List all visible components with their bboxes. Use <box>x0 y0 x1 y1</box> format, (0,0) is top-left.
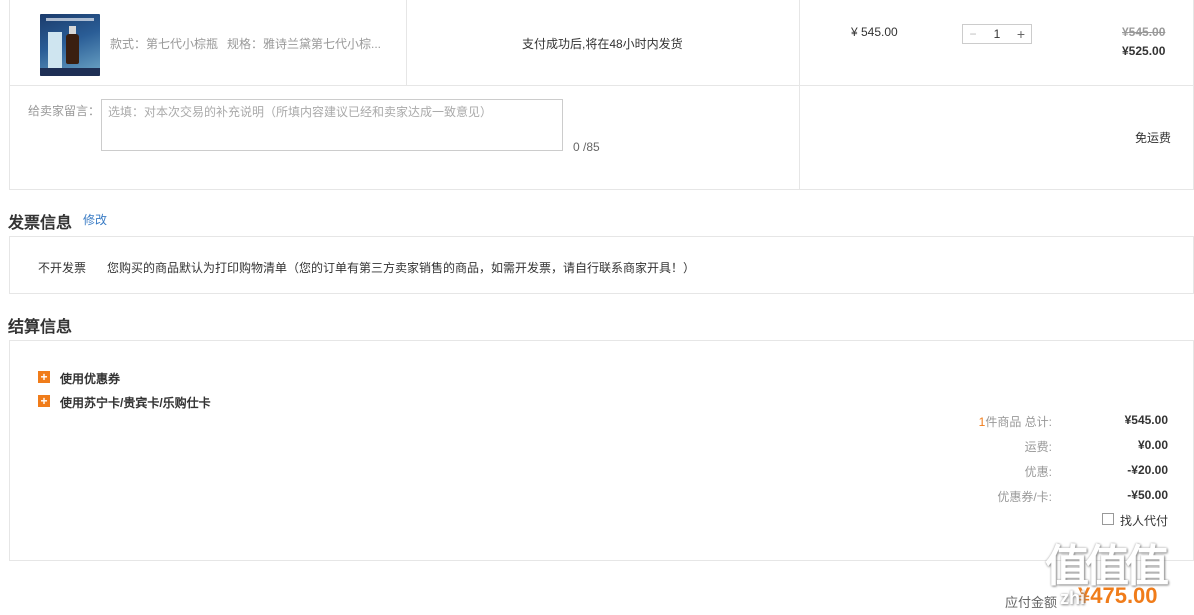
payable-label: 应付金额 <box>1005 595 1058 610</box>
watermark-text: zhi <box>1060 588 1085 608</box>
watermark-logo: 值值值 <box>1045 542 1169 591</box>
discount-value: -¥20.00 <box>1127 463 1168 477</box>
invoice-type: 不开发票 <box>38 261 87 275</box>
expand-icon[interactable]: + <box>38 395 50 407</box>
proxy-pay-checkbox[interactable] <box>1102 513 1114 525</box>
product-thumbnail[interactable] <box>40 14 100 76</box>
decrease-button[interactable]: − <box>963 27 983 41</box>
final-price: ¥525.00 <box>1122 44 1166 58</box>
expand-icon[interactable]: + <box>38 371 50 383</box>
cards-toggle[interactable]: 使用苏宁卡/贵宾卡/乐购仕卡 <box>60 394 211 411</box>
shipping-fee: 免运费 <box>1135 131 1172 145</box>
invoice-edit-link[interactable]: 修改 <box>83 211 107 228</box>
invoice-title: 发票信息 <box>8 215 73 232</box>
shipping-note: 支付成功后,将在48小时内发货 <box>522 37 683 51</box>
message-input[interactable]: 选填：对本次交易的补充说明（所填内容建议已经和卖家达成一致意见） <box>101 99 563 151</box>
message-label: 给卖家留言： <box>28 104 101 118</box>
quantity-value[interactable]: 1 <box>983 27 1011 41</box>
freight-label: 运费: <box>1024 440 1052 454</box>
proxy-pay-label[interactable]: 找人代付 <box>1120 512 1168 529</box>
message-counter: 0 /85 <box>573 140 600 154</box>
settlement-title: 结算信息 <box>8 319 73 336</box>
summary-total: ¥545.00 <box>1124 413 1168 427</box>
invoice-note: 您购买的商品默认为打印购物清单（您的订单有第三方卖家销售的商品，如需开发票，请自… <box>107 261 696 275</box>
freight-value: ¥0.00 <box>1137 438 1168 452</box>
discount-label: 优惠: <box>1024 465 1052 479</box>
coupon-card-label: 优惠券/卡: <box>997 490 1052 504</box>
coupon-card-value: -¥50.00 <box>1127 488 1168 502</box>
quantity-stepper[interactable]: − 1 + <box>962 24 1032 44</box>
product-spec: 规格：雅诗兰黛第七代小棕... <box>227 37 382 51</box>
original-price: ¥545.00 <box>1122 25 1166 39</box>
divider <box>406 0 407 86</box>
unit-price: ¥ 545.00 <box>851 25 898 39</box>
increase-button[interactable]: + <box>1011 26 1031 42</box>
coupon-toggle[interactable]: 使用优惠券 <box>60 370 120 387</box>
summary-count: 1件商品 总计: <box>978 415 1052 429</box>
product-style: 款式：第七代小棕瓶 <box>110 37 219 51</box>
